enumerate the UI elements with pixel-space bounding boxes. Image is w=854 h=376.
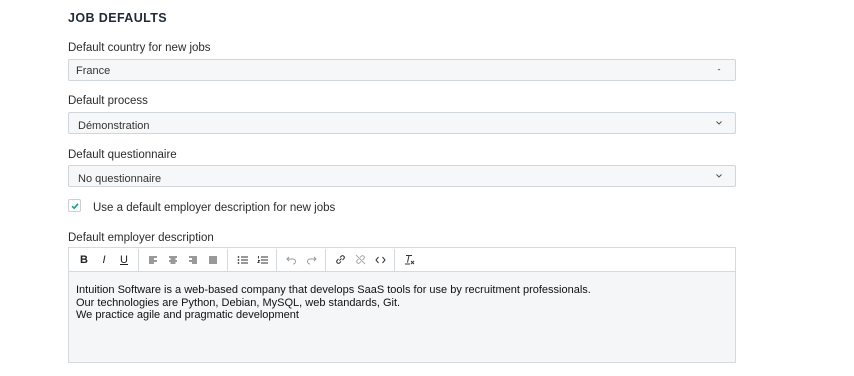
underline-button[interactable]: U (114, 249, 134, 271)
toolbar-divider (138, 248, 139, 271)
description-line: Our technologies are Python, Debian, MyS… (76, 296, 401, 309)
redo-button[interactable] (301, 249, 321, 271)
default-employer-checkbox-label[interactable]: Use a default employer description for n… (93, 202, 335, 214)
redo-icon (306, 256, 317, 264)
questionnaire-label: Default questionnaire (68, 149, 177, 161)
process-label: Default process (68, 95, 148, 107)
italic-button[interactable]: I (94, 249, 114, 271)
underline-icon: U (120, 253, 128, 266)
default-employer-checkbox[interactable] (68, 199, 81, 212)
unlink-button[interactable] (350, 249, 370, 271)
caret-down-icon (717, 69, 721, 71)
align-justify-button[interactable] (203, 249, 223, 271)
toolbar-divider (394, 248, 395, 271)
align-justify-icon (209, 256, 217, 263)
numbered-list-button[interactable] (252, 249, 272, 271)
chevron-down-icon (716, 174, 722, 178)
align-left-icon (149, 256, 157, 263)
country-label: Default country for new jobs (68, 42, 211, 54)
editor-toolbar: B I U (69, 248, 735, 272)
description-label: Default employer description (68, 232, 214, 244)
section-title: JOB DEFAULTS (68, 11, 168, 25)
bold-button[interactable]: B (74, 249, 94, 271)
toolbar-divider (227, 248, 228, 271)
align-center-button[interactable] (163, 249, 183, 271)
check-icon (71, 203, 79, 210)
code-icon (374, 256, 386, 263)
unlink-icon (355, 254, 365, 265)
align-left-button[interactable] (143, 249, 163, 271)
process-select[interactable]: Démonstration (68, 112, 736, 134)
clear-format-icon (404, 255, 414, 265)
questionnaire-select[interactable]: No questionnaire (68, 165, 736, 187)
undo-button[interactable] (281, 249, 301, 271)
country-value: France (76, 65, 111, 77)
chevron-down-icon (716, 121, 722, 125)
align-right-icon (189, 256, 197, 263)
country-select[interactable]: France (68, 59, 736, 81)
link-button[interactable] (330, 249, 350, 271)
clear-format-button[interactable] (399, 249, 419, 271)
description-content[interactable]: Intuition Software is a web-based compan… (76, 284, 591, 322)
numbered-list-icon (256, 255, 268, 263)
process-value: Démonstration (78, 120, 150, 132)
description-line: Intuition Software is a web-based compan… (76, 284, 591, 296)
toolbar-divider (325, 248, 326, 271)
undo-icon (285, 256, 296, 264)
bold-icon: B (80, 253, 88, 266)
toolbar-divider (276, 248, 277, 271)
align-right-button[interactable] (183, 249, 203, 271)
bullet-list-button[interactable] (232, 249, 252, 271)
bullet-list-icon (237, 255, 248, 264)
code-button[interactable] (370, 249, 390, 271)
align-center-icon (169, 256, 177, 263)
description-editor[interactable]: B I U Intuition Software is a web-based … (68, 247, 736, 363)
link-icon (335, 255, 345, 264)
description-line: We practice agile and pragmatic developm… (76, 309, 299, 321)
questionnaire-value: No questionnaire (78, 173, 162, 185)
italic-icon: I (102, 253, 106, 266)
